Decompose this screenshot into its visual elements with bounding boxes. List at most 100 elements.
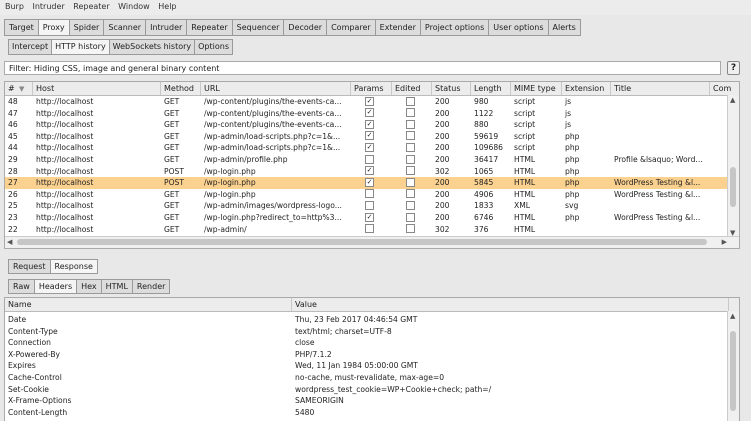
column-header-host[interactable]: Host <box>33 82 161 95</box>
scroll-left-icon[interactable]: ◀ <box>7 237 12 247</box>
scroll-thumb[interactable] <box>730 331 736 411</box>
header-row[interactable]: Expires Wed, 11 Jan 1984 05:00:00 GMT <box>5 360 729 372</box>
table-row[interactable]: 29 http://localhost GET/wp-admin/profile.p… <box>5 154 729 166</box>
scroll-thumb[interactable] <box>17 239 707 245</box>
params-checkbox[interactable]: ✓ <box>365 142 374 152</box>
tab-comparer[interactable]: Comparer <box>326 19 375 36</box>
table-row[interactable]: 28 http://localhost POST/wp-login.php ✓ 302 1… <box>5 166 729 178</box>
column-header-edited[interactable]: Edited <box>392 82 432 95</box>
history-vertical-scrollbar[interactable]: ▲ ▼ <box>727 95 739 238</box>
edited-checkbox[interactable] <box>406 212 415 222</box>
column-header-method[interactable]: Method <box>161 82 201 95</box>
tab-scanner[interactable]: Scanner <box>103 19 146 36</box>
params-checkbox[interactable] <box>365 224 374 234</box>
params-checkbox[interactable]: ✓ <box>365 166 374 176</box>
tab-alerts[interactable]: Alerts <box>547 19 581 36</box>
edited-checkbox[interactable] <box>406 177 415 187</box>
column-header-length[interactable]: Length <box>471 82 511 95</box>
edited-checkbox[interactable] <box>406 200 415 210</box>
subtab-http-history[interactable]: HTTP history <box>51 39 109 55</box>
params-checkbox[interactable]: ✓ <box>365 96 374 106</box>
edited-checkbox[interactable] <box>406 189 415 199</box>
tab-repeater[interactable]: Repeater <box>186 19 232 36</box>
view-tab-raw[interactable]: Raw <box>8 279 34 294</box>
column-header-mime-type[interactable]: MIME type <box>511 82 562 95</box>
table-row[interactable]: 46 http://localhost GET/wp-content/plugins… <box>5 119 729 131</box>
table-row[interactable]: 23 http://localhost GET/wp-login.php?redir… <box>5 212 729 224</box>
header-row[interactable]: Content-Type text/html; charset=UTF-8 <box>5 326 729 338</box>
header-row[interactable]: X-Powered-By PHP/7.1.2 <box>5 349 729 361</box>
cell-title <box>611 96 710 108</box>
column-header-com[interactable]: Com <box>710 82 739 95</box>
header-row[interactable]: Connection close <box>5 337 729 349</box>
headers-vertical-scrollbar[interactable]: ▲ <box>727 311 739 421</box>
edited-checkbox[interactable] <box>406 108 415 118</box>
filter-bar[interactable]: Filter: Hiding CSS, image and general bi… <box>4 61 721 75</box>
table-row[interactable]: 44 http://localhost GET/wp-admin/load-scri… <box>5 142 729 154</box>
table-row[interactable]: 47 http://localhost GET/wp-content/plugins… <box>5 108 729 120</box>
scroll-right-icon[interactable]: ▶ <box>722 237 727 247</box>
edited-checkbox[interactable] <box>406 131 415 141</box>
params-checkbox[interactable]: ✓ <box>365 108 374 118</box>
params-checkbox[interactable]: ✓ <box>365 131 374 141</box>
view-tab-hex[interactable]: Hex <box>76 279 101 294</box>
table-row[interactable]: 26 http://localhost GET/wp-login.php 200 490… <box>5 189 729 201</box>
tab-proxy[interactable]: Proxy <box>37 19 69 36</box>
column-header-status[interactable]: Status <box>432 82 471 95</box>
table-row[interactable]: 22 http://localhost GET/wp-admin/302 376 HTM… <box>5 224 729 236</box>
tab-spider[interactable]: Spider <box>68 19 104 36</box>
params-checkbox[interactable] <box>365 189 374 199</box>
tab-user-options[interactable]: User options <box>488 19 548 36</box>
view-tab-headers[interactable]: Headers <box>33 279 77 294</box>
table-row[interactable]: 27 http://localhost POST/wp-login.php ✓ 200 5… <box>5 177 729 189</box>
view-tab-html[interactable]: HTML <box>100 279 132 294</box>
edited-checkbox[interactable] <box>406 119 415 129</box>
header-row[interactable]: X-Frame-Options SAMEORIGIN <box>5 395 729 407</box>
header-row[interactable]: Set-Cookie wordpress_test_cookie=WP+Cooki… <box>5 384 729 396</box>
header-row[interactable]: Content-Length 5480 <box>5 407 729 419</box>
edited-checkbox[interactable] <box>406 142 415 152</box>
subtab-websockets-history[interactable]: WebSockets history <box>108 39 195 55</box>
subtab-intercept[interactable]: Intercept <box>8 39 52 55</box>
tab-response[interactable]: Response <box>49 259 98 274</box>
history-horizontal-scrollbar[interactable]: ◀ ▶ <box>5 236 739 248</box>
view-tab-render[interactable]: Render <box>131 279 171 294</box>
scroll-up-icon[interactable]: ▲ <box>730 95 735 105</box>
column-header-extension[interactable]: Extension <box>562 82 611 95</box>
column-header-params[interactable]: Params <box>351 82 392 95</box>
tab-extender[interactable]: Extender <box>374 19 420 36</box>
params-checkbox[interactable] <box>365 200 374 210</box>
table-row[interactable]: 45 http://localhost GET/wp-admin/load-scri… <box>5 131 729 143</box>
column-header-value[interactable]: Value <box>292 298 729 311</box>
tab-decoder[interactable]: Decoder <box>283 19 327 36</box>
params-checkbox[interactable]: ✓ <box>365 177 374 187</box>
edited-checkbox[interactable] <box>406 224 415 234</box>
edited-checkbox[interactable] <box>406 166 415 176</box>
scroll-up-icon[interactable]: ▲ <box>730 311 735 321</box>
tab-request[interactable]: Request <box>8 259 50 274</box>
help-icon[interactable]: ? <box>727 61 740 75</box>
menu-burp[interactable]: Burp <box>0 0 27 11</box>
header-row[interactable]: Cache-Control no-cache, must-revalidate, … <box>5 372 729 384</box>
menu-help[interactable]: Help <box>155 0 179 11</box>
menu-window[interactable]: Window <box>115 0 153 11</box>
table-row[interactable]: 25 http://localhost GET/wp-admin/images/wo… <box>5 200 729 212</box>
subtab-options[interactable]: Options <box>194 39 233 55</box>
tab-project-options[interactable]: Project options <box>419 19 489 36</box>
tab-intruder[interactable]: Intruder <box>145 19 187 36</box>
menu-intruder[interactable]: Intruder <box>29 0 67 11</box>
params-checkbox[interactable]: ✓ <box>365 212 374 222</box>
tab-target[interactable]: Target <box>4 19 38 36</box>
edited-checkbox[interactable] <box>406 96 415 106</box>
column-header-url[interactable]: URL <box>201 82 351 95</box>
column-header-name[interactable]: Name <box>5 298 292 311</box>
scroll-thumb[interactable] <box>730 167 736 207</box>
tab-sequencer[interactable]: Sequencer <box>231 19 284 36</box>
table-row[interactable]: 48 http://localhost GET/wp-content/plugins… <box>5 96 729 108</box>
params-checkbox[interactable] <box>365 154 374 164</box>
params-checkbox[interactable]: ✓ <box>365 119 374 129</box>
column-header-title[interactable]: Title <box>611 82 710 95</box>
edited-checkbox[interactable] <box>406 154 415 164</box>
menu-repeater[interactable]: Repeater <box>70 0 112 11</box>
header-row[interactable]: Date Thu, 23 Feb 2017 04:46:54 GMT <box>5 314 729 326</box>
